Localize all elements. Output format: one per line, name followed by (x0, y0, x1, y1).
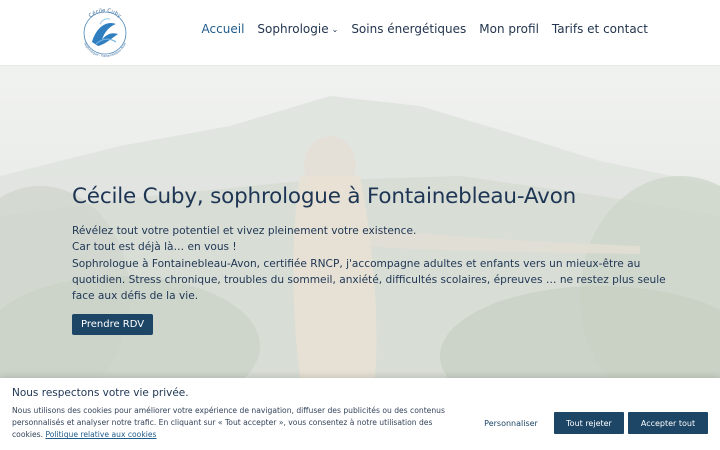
reject-all-cookies-button[interactable]: Tout rejeter (554, 412, 624, 434)
nav-item-label: Mon profil (479, 22, 539, 36)
cookie-banner-title: Nous respectons votre vie privée. (12, 387, 189, 399)
cookie-banner-text: Nous utilisons des cookies pour améliore… (12, 405, 452, 442)
svg-text:Sophrologue · Fontainebleau-Av: Sophrologue · Fontainebleau-Avon (83, 42, 127, 58)
nav-item-label: Soins énergétiques (351, 22, 467, 36)
site-logo[interactable]: Cécile Cuby Sophrologue · Fontainebleau-… (76, 4, 134, 62)
cookie-policy-link[interactable]: Politique relative aux cookies (45, 430, 156, 439)
chevron-down-icon: ⌄ (331, 24, 339, 34)
logo-name-text: Cécile Cuby (88, 8, 123, 20)
hero-line-3: Sophrologue à Fontainebleau-Avon, certif… (72, 257, 666, 303)
nav-item-label: Accueil (201, 22, 245, 36)
nav-item-soins-energetiques[interactable]: Soins énergétiques (351, 22, 466, 36)
hero-section: Cécile Cuby, sophrologue à Fontainebleau… (0, 66, 720, 378)
main-nav: Accueil Sophrologie ⌄ Soins énergétiques… (189, 22, 648, 36)
nav-item-sophrologie[interactable]: Sophrologie ⌄ (257, 22, 338, 36)
nav-item-tarifs-contact[interactable]: Tarifs et contact (552, 22, 648, 36)
nav-item-label: Sophrologie (257, 22, 329, 36)
customize-cookies-button[interactable]: Personnaliser (476, 412, 546, 434)
logo-tagline-text: Sophrologue · Fontainebleau-Avon (83, 42, 127, 58)
site-header: Cécile Cuby Sophrologue · Fontainebleau-… (0, 0, 720, 66)
accept-all-cookies-button[interactable]: Accepter tout (628, 412, 708, 434)
nav-item-label: Tarifs et contact (551, 22, 648, 36)
cookie-banner: Nous respectons votre vie privée. Nous u… (0, 378, 720, 450)
hero-line-1: Révélez tout votre potentiel et vivez pl… (72, 225, 417, 237)
hero-content: Cécile Cuby, sophrologue à Fontainebleau… (72, 184, 672, 336)
nav-item-mon-profil[interactable]: Mon profil (479, 22, 539, 36)
hero-title: Cécile Cuby, sophrologue à Fontainebleau… (72, 184, 577, 209)
svg-text:Cécile Cuby: Cécile Cuby (88, 8, 123, 20)
hero-description: Révélez tout votre potentiel et vivez pl… (72, 223, 672, 304)
book-appointment-button[interactable]: Prendre RDV (72, 314, 154, 336)
hero-line-2: Car tout est déjà là… en vous ! (72, 241, 237, 254)
nav-item-accueil[interactable]: Accueil (202, 22, 245, 36)
